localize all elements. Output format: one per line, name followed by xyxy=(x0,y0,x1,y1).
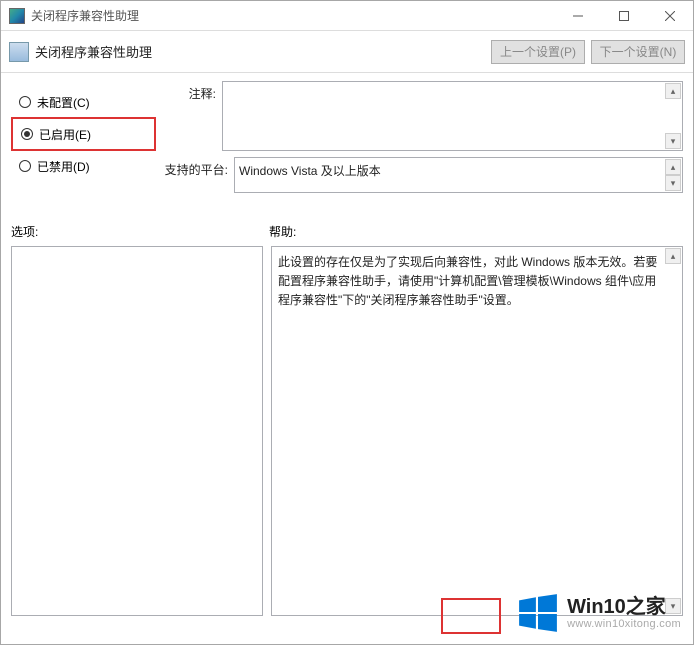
minimize-button[interactable] xyxy=(555,1,601,31)
options-panel[interactable] xyxy=(11,246,263,616)
watermark-title: Win10之家 xyxy=(567,596,681,618)
platform-textbox[interactable]: Windows Vista 及以上版本 ▴ ▾ xyxy=(234,157,683,193)
maximize-button[interactable] xyxy=(601,1,647,31)
help-panel[interactable]: 此设置的存在仅是为了实现后向兼容性，对此 Windows 版本无效。若要配置程序… xyxy=(271,246,683,616)
window: 关闭程序兼容性助理 关闭程序兼容性助理 上一个设置(P) 下一个设置(N) 未配… xyxy=(0,0,694,645)
radio-label: 已启用(E) xyxy=(39,126,91,143)
radio-icon xyxy=(19,96,31,108)
watermark-url: www.win10xitong.com xyxy=(567,618,681,630)
radio-label: 已禁用(D) xyxy=(37,158,90,175)
radio-disabled[interactable]: 已禁用(D) xyxy=(11,151,156,181)
radio-not-configured[interactable]: 未配置(C) xyxy=(11,87,156,117)
scroll-down-icon[interactable]: ▾ xyxy=(665,175,681,191)
help-text: 此设置的存在仅是为了实现后向兼容性，对此 Windows 版本无效。若要配置程序… xyxy=(278,255,657,307)
scroll-down-icon[interactable]: ▾ xyxy=(665,133,681,149)
radio-label: 未配置(C) xyxy=(37,94,90,111)
help-label: 帮助: xyxy=(269,223,296,240)
toolbar-title: 关闭程序兼容性助理 xyxy=(35,42,485,61)
scroll-up-icon[interactable]: ▴ xyxy=(665,83,681,99)
options-label: 选项: xyxy=(11,223,269,240)
close-button[interactable] xyxy=(647,1,693,31)
app-icon xyxy=(9,8,25,24)
comment-label: 注释: xyxy=(164,81,216,151)
comment-textbox[interactable]: ▴ ▾ xyxy=(222,81,683,151)
radio-icon xyxy=(19,160,31,172)
scroll-up-icon[interactable]: ▴ xyxy=(665,248,681,264)
policy-icon xyxy=(9,42,29,62)
radio-enabled[interactable]: 已启用(E) xyxy=(11,117,156,151)
radio-group: 未配置(C) 已启用(E) 已禁用(D) xyxy=(11,81,156,199)
watermark: Win10之家 www.win10xitong.com xyxy=(517,592,681,634)
toolbar: 关闭程序兼容性助理 上一个设置(P) 下一个设置(N) xyxy=(1,31,693,73)
titlebar: 关闭程序兼容性助理 xyxy=(1,1,693,31)
next-setting-button[interactable]: 下一个设置(N) xyxy=(591,40,685,64)
scroll-up-icon[interactable]: ▴ xyxy=(665,159,681,175)
platform-value: Windows Vista 及以上版本 xyxy=(239,164,381,178)
platform-label: 支持的平台: xyxy=(164,157,228,193)
previous-setting-button[interactable]: 上一个设置(P) xyxy=(491,40,585,64)
window-title: 关闭程序兼容性助理 xyxy=(31,7,555,24)
content-area: 未配置(C) 已启用(E) 已禁用(D) 注释: ▴ xyxy=(1,73,693,644)
radio-icon xyxy=(21,128,33,140)
windows-logo-icon xyxy=(517,592,559,634)
